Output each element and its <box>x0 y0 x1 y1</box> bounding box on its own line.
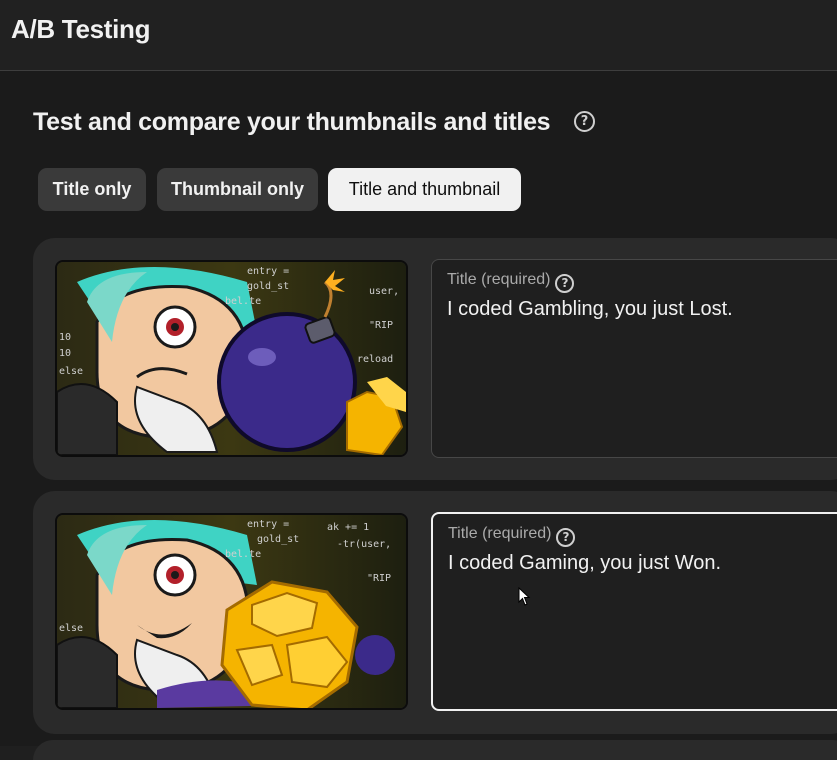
thumbnail-b-image: entry = gold_st ak += 1 bel.te -tr(user,… <box>57 515 406 708</box>
thumbnail-code-text: gold_st <box>247 281 289 292</box>
thumbnail-code-text: gold_st <box>257 534 299 545</box>
page-title: A/B Testing <box>11 14 151 44</box>
thumbnail-a[interactable]: entry = gold_st bel.te user, "RIP reload… <box>55 260 408 457</box>
help-circle-icon[interactable]: ? <box>556 528 576 547</box>
thumbnail-code-text: user, <box>369 286 399 297</box>
thumbnail-code-text: 10 <box>59 332 71 343</box>
title-input-value[interactable]: I coded Gaming, you just Won. <box>448 552 721 575</box>
page-header: A/B Testing <box>0 0 837 71</box>
next-variant-card-edge <box>33 740 837 760</box>
thumbnail-code-text: bel.te <box>225 296 261 307</box>
thumbnail-code-text: else <box>59 366 83 377</box>
thumbnail-code-text: "RIP <box>369 320 393 331</box>
help-circle-icon[interactable]: ? <box>555 274 575 293</box>
thumbnail-code-text: 10 <box>59 348 71 359</box>
thumbnail-code-text: reload <box>357 354 393 365</box>
thumbnail-code-text: entry = <box>247 519 289 530</box>
chip-thumbnail-only[interactable]: Thumbnail only <box>157 168 318 211</box>
thumbnail-a-image: entry = gold_st bel.te user, "RIP reload… <box>57 262 406 455</box>
thumbnail-b[interactable]: entry = gold_st ak += 1 bel.te -tr(user,… <box>55 513 408 710</box>
variant-card-b: entry = gold_st ak += 1 bel.te -tr(user,… <box>33 491 837 734</box>
title-field-label: Title (required)? <box>448 525 576 547</box>
chip-title-only[interactable]: Title only <box>38 168 146 211</box>
thumbnail-code-text: ak += 1 <box>327 522 369 533</box>
title-field-label: Title (required)? <box>447 271 575 293</box>
thumbnail-code-text: "RIP <box>367 573 391 584</box>
section-title: Test and compare your thumbnails and tit… <box>33 108 551 136</box>
thumbnail-code-text: entry = <box>247 266 289 277</box>
help-circle-icon[interactable]: ? <box>574 111 595 132</box>
title-field-b[interactable]: Title (required)? I coded Gaming, you ju… <box>431 512 837 711</box>
thumbnail-code-text: else <box>59 623 83 634</box>
variant-card-a: entry = gold_st bel.te user, "RIP reload… <box>33 238 837 480</box>
mouse-pointer-icon <box>518 587 531 606</box>
chip-title-and-thumbnail[interactable]: Title and thumbnail <box>328 168 521 211</box>
thumbnail-code-text: -tr(user, <box>337 539 391 550</box>
title-input-value[interactable]: I coded Gambling, you just Lost. <box>447 298 733 321</box>
title-field-a[interactable]: Title (required)? I coded Gambling, you … <box>431 259 837 458</box>
thumbnail-code-text: bel.te <box>225 549 261 560</box>
